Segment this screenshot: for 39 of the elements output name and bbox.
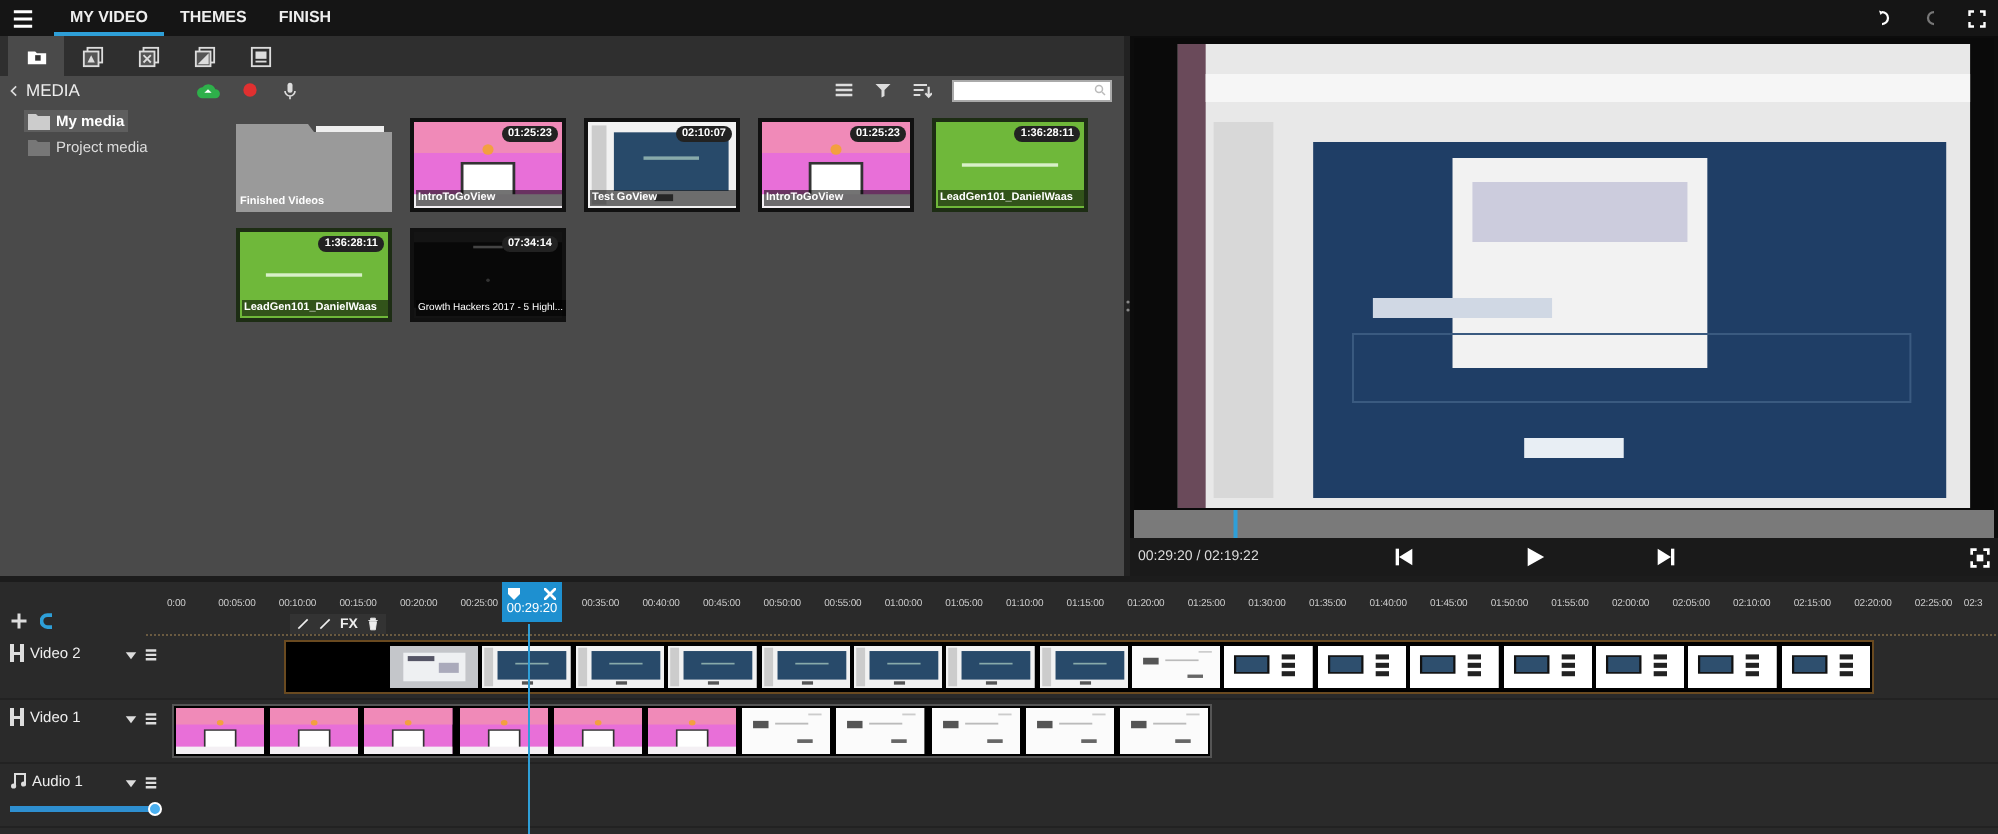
filter-icon[interactable] [874, 80, 892, 100]
gallery-icon [249, 45, 271, 67]
fullscreen-icon[interactable] [1970, 547, 1990, 567]
film-icon [10, 644, 24, 662]
image-icon [193, 45, 215, 67]
microphone-icon[interactable] [280, 79, 300, 101]
redo-icon[interactable] [1922, 8, 1940, 28]
folder-icon [28, 139, 50, 155]
volume-slider[interactable] [10, 806, 156, 812]
play-icon[interactable] [1524, 544, 1546, 570]
search-icon [1094, 84, 1106, 96]
menu-tab[interactable]: FINISH [262, 0, 348, 36]
undo-icon[interactable] [1876, 8, 1894, 28]
magnet-icon[interactable] [40, 612, 58, 630]
menu-icon[interactable] [144, 645, 158, 661]
menu-tab[interactable]: THEMES [163, 0, 263, 36]
add-icon[interactable] [10, 612, 28, 630]
image-icon [137, 45, 159, 67]
skip-back-icon[interactable] [1394, 546, 1414, 568]
close-icon[interactable] [544, 588, 556, 600]
menu-icon[interactable] [144, 773, 158, 789]
search-field[interactable] [952, 79, 1112, 101]
film-icon [10, 708, 24, 726]
folder-icon [28, 113, 50, 129]
video-clip[interactable] [172, 704, 1212, 758]
marker-icon[interactable] [508, 588, 520, 600]
toolbar-tab[interactable] [8, 36, 64, 76]
panel-title: MEDIA [26, 80, 80, 100]
trash-icon[interactable] [365, 616, 380, 632]
cloud-upload-icon[interactable] [196, 79, 220, 101]
music-note-icon [10, 772, 26, 790]
list-view-icon[interactable] [834, 80, 854, 100]
image-icon [81, 45, 103, 67]
back-icon[interactable] [8, 81, 22, 99]
skip-forward-icon[interactable] [1656, 546, 1676, 568]
video-clip[interactable] [284, 640, 1874, 694]
sort-icon[interactable] [912, 80, 932, 100]
fullscreen-icon[interactable] [1968, 9, 1986, 27]
menu-icon[interactable] [144, 709, 158, 725]
